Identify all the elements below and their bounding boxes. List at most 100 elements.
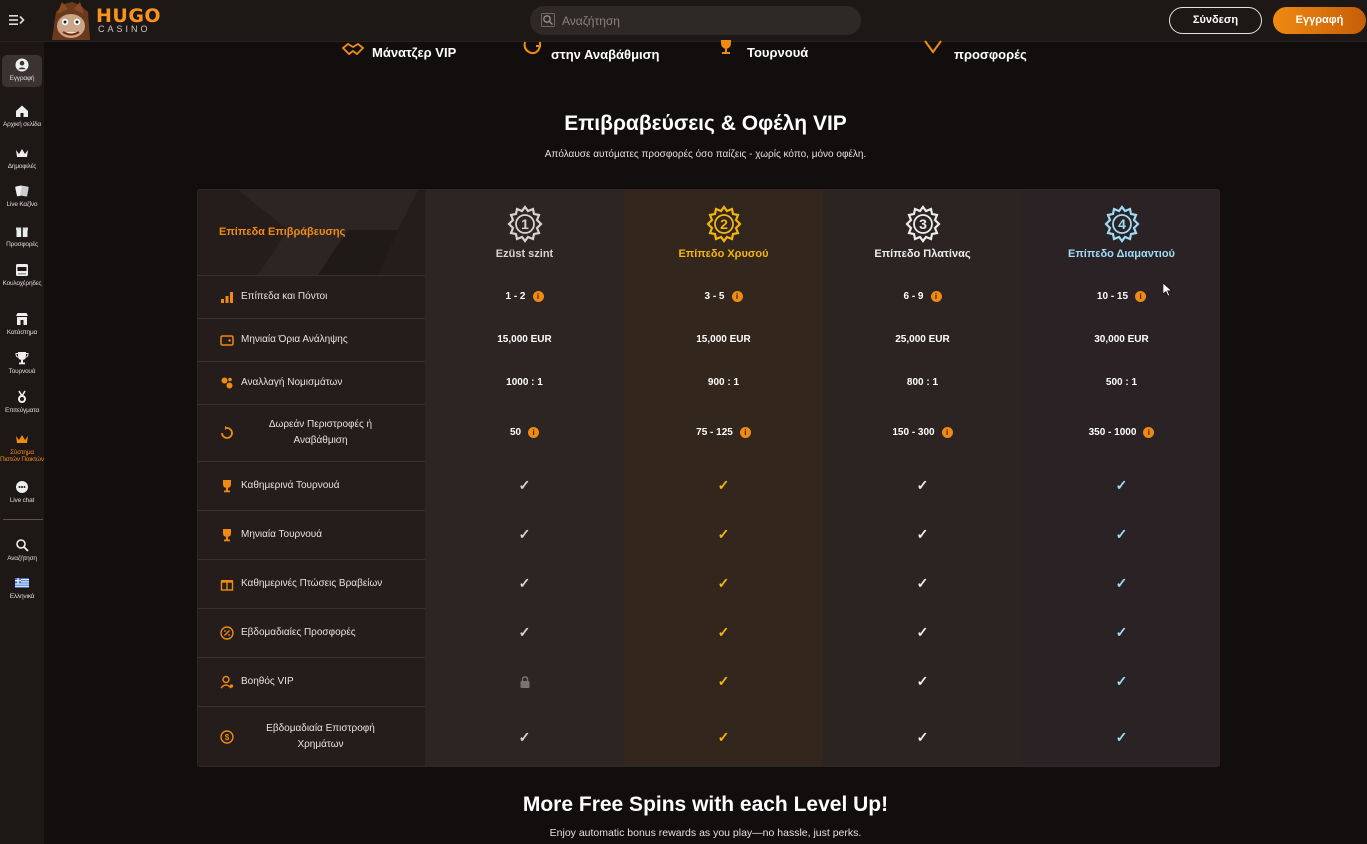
sidebar-item-vip-program[interactable]: Σύστημα Πιστών Παικτών — [0, 432, 44, 463]
sidebar-item-live-casino[interactable]: Live Καζίνο — [0, 184, 44, 208]
wallet-icon — [220, 335, 234, 346]
check-icon: ✓ — [916, 575, 929, 591]
info-icon[interactable]: i — [528, 427, 540, 438]
table-row-label: $ Εβδομαδιαία Επιστροφή Χρημάτων — [198, 706, 425, 766]
level-name: Επίπεδο Χρυσού — [678, 248, 769, 260]
sidebar-item-store[interactable]: Κατάστημα — [0, 312, 44, 336]
table-cell: ✓ — [823, 461, 1022, 510]
cards-icon — [15, 185, 29, 197]
menu-toggle-icon[interactable] — [9, 13, 25, 27]
info-icon[interactable]: i — [941, 427, 953, 438]
cell-value: 1 - 2 — [505, 291, 526, 302]
check-icon: ✓ — [518, 728, 531, 745]
table-cell: ✓ — [624, 461, 823, 510]
check-icon: ✓ — [916, 526, 929, 542]
mouse-cursor — [1163, 283, 1173, 297]
logo[interactable]: HUGO CASINO — [48, 0, 161, 42]
sidebar: Εγγραφή Αρχική σελίδα Δημοφιλές Live Καζ… — [0, 42, 44, 844]
medal-icon — [18, 390, 26, 403]
table-cell: ✓ — [823, 608, 1022, 657]
chevron-down-icon — [924, 40, 942, 54]
search-icon — [541, 13, 555, 27]
svg-text:2: 2 — [720, 216, 728, 232]
check-icon: ✓ — [1115, 575, 1128, 591]
gift-icon — [16, 227, 28, 237]
trophy-icon — [223, 529, 231, 542]
trophy-icon — [721, 40, 731, 54]
cell-value: 15,000 EUR — [497, 334, 552, 345]
level-name: Ezüst szint — [495, 248, 554, 260]
table-row-label: Μηνιαία Όρια Ανάληψης — [198, 318, 425, 361]
table-cell: 10 - 15 i — [1022, 275, 1219, 318]
table-cell: 15,000 EUR — [624, 318, 823, 361]
table-row-label: Αναλλαγή Νομισμάτων — [198, 361, 425, 404]
cell-value: 3 - 5 — [704, 291, 725, 302]
info-icon[interactable]: i — [532, 291, 544, 302]
search-icon — [16, 539, 29, 552]
main-content: Μάνατζερ VIP στην Αναβάθμιση Τουρνουά πρ… — [44, 40, 1367, 844]
cell-value: 150 - 300 — [892, 427, 935, 438]
cell-value: 10 - 15 — [1096, 291, 1129, 302]
table-row-label: Καθημερινές Πτώσεις Βραβείων — [198, 559, 425, 608]
row-label-text: Μηνιαία Όρια Ανάληψης — [241, 334, 348, 345]
home-icon — [16, 105, 28, 117]
cell-value: 75 - 125 — [696, 427, 733, 438]
check-icon: ✓ — [916, 728, 929, 745]
greek-flag-icon — [15, 578, 29, 588]
logo-mascot-icon — [52, 2, 90, 40]
sidebar-item-popular[interactable]: Δημοφιλές — [0, 146, 44, 170]
info-icon[interactable]: i — [930, 291, 942, 302]
level-header-1: 1 Ezüst szint — [425, 190, 624, 275]
check-icon: ✓ — [1115, 624, 1128, 640]
check-icon: ✓ — [916, 624, 929, 640]
login-button[interactable]: Σύνδεση — [1169, 7, 1262, 34]
check-icon: ✓ — [1115, 728, 1128, 745]
table-cell: ✓ — [823, 559, 1022, 608]
row-label-text: Καθημερινές Πτώσεις Βραβείων — [241, 578, 383, 589]
coins-icon — [221, 377, 233, 389]
table-cell: 50 i — [425, 404, 624, 461]
register-button[interactable]: Εγγραφή — [1273, 7, 1366, 34]
row-label-text: Βοηθός VIP — [241, 676, 294, 687]
sidebar-item-language[interactable]: Ελληνικά — [0, 576, 44, 600]
info-icon[interactable]: i — [731, 291, 743, 302]
table-cell: ✓ — [624, 608, 823, 657]
table-cell: 800 : 1 — [823, 361, 1022, 404]
search-bar[interactable] — [530, 6, 861, 35]
cell-value: 800 : 1 — [906, 377, 939, 388]
table-cell: 900 : 1 — [624, 361, 823, 404]
check-icon: ✓ — [717, 526, 730, 542]
row-label-text: Επίπεδα και Πόντοι — [241, 291, 328, 302]
level-badge-icon: 4 — [1104, 205, 1140, 243]
sidebar-item-tournaments[interactable]: Τουρνουά — [0, 351, 44, 375]
info-icon[interactable]: i — [739, 427, 751, 438]
info-icon[interactable]: i — [1143, 427, 1155, 438]
svg-text:1: 1 — [521, 216, 529, 232]
table-cell: 1000 : 1 — [425, 361, 624, 404]
table-cell — [425, 657, 624, 706]
table-cell: 3 - 5 i — [624, 275, 823, 318]
sidebar-item-achievements[interactable]: Επιτεύγματα — [0, 390, 44, 414]
row-label-text: Δωρεάν Περιστροφές ή Αναβάθμιση — [268, 418, 373, 446]
sidebar-item-search[interactable]: Αναζήτηση — [0, 538, 44, 562]
table-cell: ✓ — [823, 510, 1022, 559]
info-icon[interactable]: i — [1135, 291, 1147, 302]
sidebar-item-promotions[interactable]: Προσφορές — [0, 224, 44, 248]
check-icon: ✓ — [1115, 526, 1128, 542]
sidebar-item-home[interactable]: Αρχική σελίδα — [0, 104, 44, 128]
table-cell: 350 - 1000 i — [1022, 404, 1219, 461]
cell-value: 50 — [509, 427, 522, 438]
sidebar-item-register[interactable]: Εγγραφή — [2, 55, 42, 87]
sidebar-item-live-chat[interactable]: Live chat — [0, 480, 44, 504]
table-cell: ✓ — [624, 559, 823, 608]
table-cell: 25,000 EUR — [823, 318, 1022, 361]
bar-chart-icon — [221, 292, 233, 303]
table-cell: ✓ — [425, 461, 624, 510]
percent-icon — [220, 626, 234, 640]
table-cell: 1 - 2 i — [425, 275, 624, 318]
search-input[interactable] — [562, 6, 852, 35]
sidebar-divider — [3, 519, 43, 520]
chat-icon — [16, 481, 28, 493]
sidebar-item-slots[interactable]: Κουλοχέρηδες — [0, 263, 44, 287]
check-icon: ✓ — [717, 624, 730, 640]
